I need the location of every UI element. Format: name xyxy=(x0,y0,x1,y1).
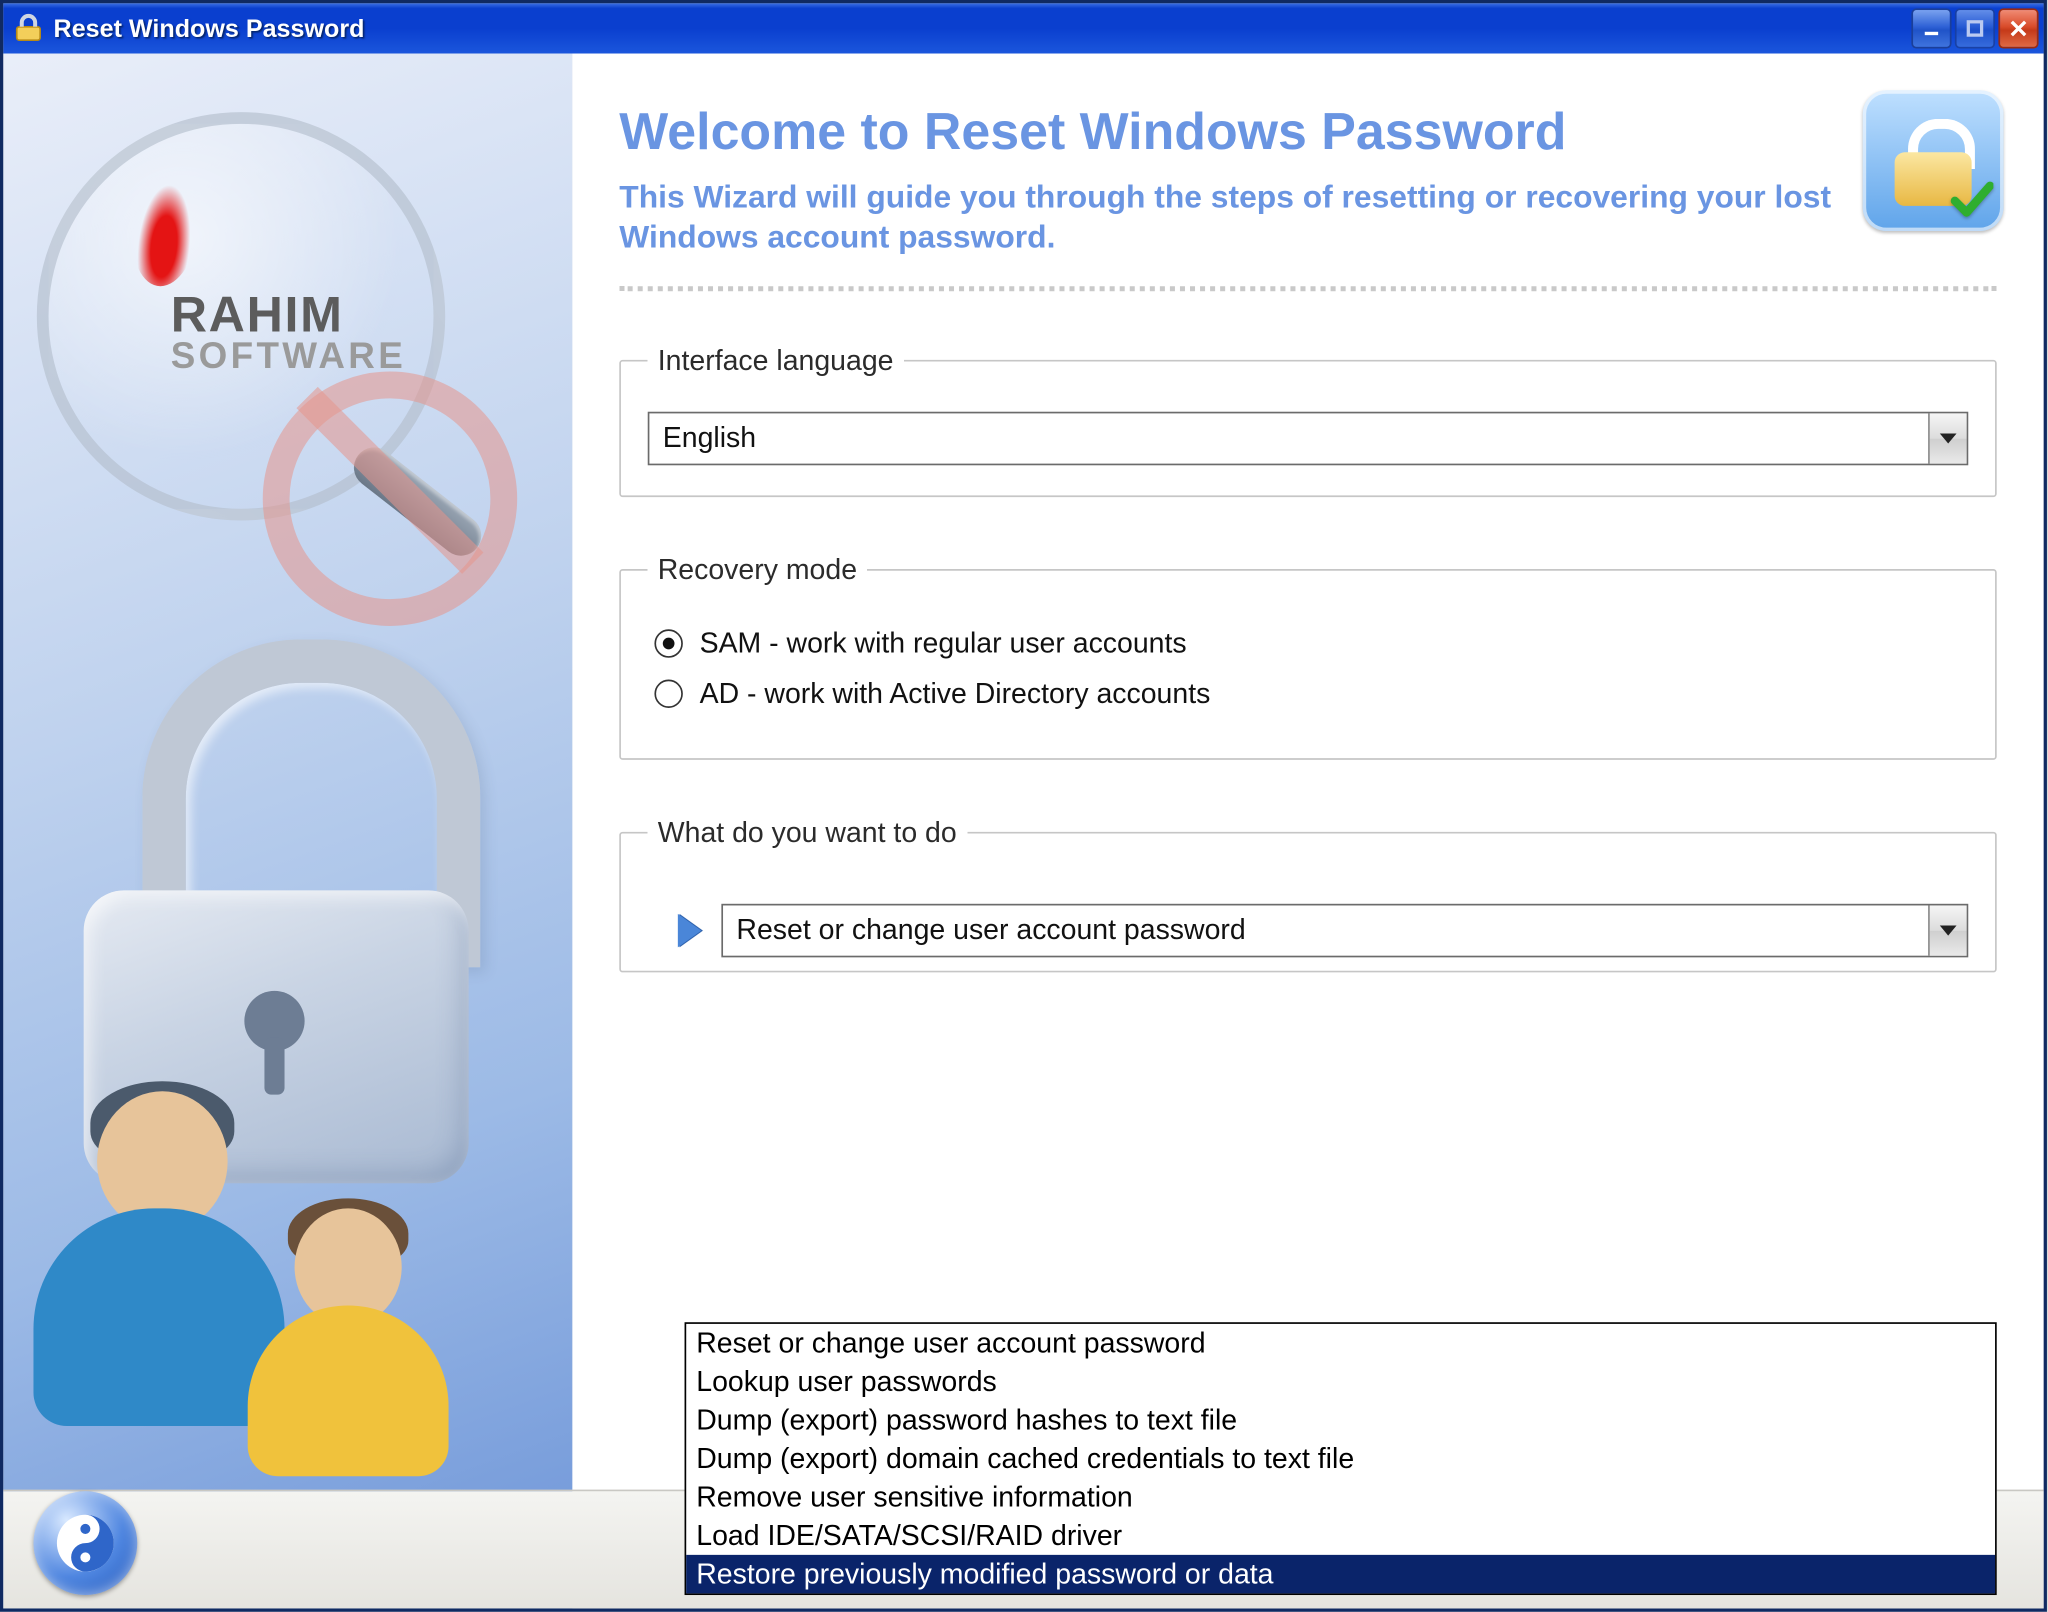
action-option[interactable]: Lookup user passwords xyxy=(686,1362,1995,1400)
no-entry-graphic xyxy=(263,372,517,626)
title-bar[interactable]: Reset Windows Password xyxy=(3,3,2043,53)
window-buttons xyxy=(1911,8,2038,48)
action-group: What do you want to do Reset or change u… xyxy=(619,816,1996,972)
brand-line-2: SOFTWARE xyxy=(171,335,406,379)
unlock-badge-icon xyxy=(1863,90,2004,231)
minimize-button[interactable] xyxy=(1911,8,1951,48)
action-option[interactable]: Reset or change user account password xyxy=(686,1324,1995,1362)
action-dropdown-list[interactable]: Reset or change user account passwordLoo… xyxy=(685,1322,1997,1595)
client-area: RAHIM SOFTWARE Welcome to Reset Windows … xyxy=(3,54,2043,1609)
language-legend: Interface language xyxy=(648,344,904,377)
radio-icon xyxy=(654,630,682,658)
action-option[interactable]: Load IDE/SATA/SCSI/RAID driver xyxy=(686,1516,1995,1554)
window-title: Reset Windows Password xyxy=(54,14,1912,42)
action-option[interactable]: Restore previously modified password or … xyxy=(686,1555,1995,1593)
person-graphic-2 xyxy=(238,1208,456,1476)
radio-icon xyxy=(654,680,682,708)
wizard-subheading: This Wizard will guide you through the s… xyxy=(619,179,1963,259)
maximize-button[interactable] xyxy=(1955,8,1995,48)
action-value: Reset or change user account password xyxy=(723,913,1928,946)
divider xyxy=(619,286,1996,291)
chevron-down-icon[interactable] xyxy=(1928,905,1966,955)
language-group: Interface language English xyxy=(619,344,1996,496)
action-option[interactable]: Remove user sensitive information xyxy=(686,1478,1995,1516)
action-select[interactable]: Reset or change user account password xyxy=(721,903,1968,957)
recovery-radio-ad[interactable]: AD - work with Active Directory accounts xyxy=(654,677,1968,710)
recovery-radio-sam[interactable]: SAM - work with regular user accounts xyxy=(654,627,1968,660)
action-option[interactable]: Dump (export) domain cached credentials … xyxy=(686,1439,1995,1477)
recovery-legend: Recovery mode xyxy=(648,553,867,586)
language-value: English xyxy=(649,421,1928,454)
brand-logo: RAHIM SOFTWARE xyxy=(171,288,406,378)
wizard-sidebar: RAHIM SOFTWARE xyxy=(3,54,572,1609)
recovery-mode-group: Recovery mode SAM - work with regular us… xyxy=(619,553,1996,759)
action-legend: What do you want to do xyxy=(648,816,967,849)
language-select[interactable]: English xyxy=(648,411,1969,465)
chevron-down-icon[interactable] xyxy=(1928,413,1966,463)
action-option[interactable]: Dump (export) password hashes to text fi… xyxy=(686,1401,1995,1439)
app-window: Reset Windows Password RAHIM SOFTWARE xyxy=(0,0,2047,1612)
wizard-heading: Welcome to Reset Windows Password xyxy=(619,100,1812,162)
play-arrow-icon xyxy=(678,913,701,946)
close-button[interactable] xyxy=(1998,8,2038,48)
recovery-sam-label: SAM - work with regular user accounts xyxy=(700,627,1187,660)
recovery-ad-label: AD - work with Active Directory accounts xyxy=(700,677,1211,710)
app-icon xyxy=(13,13,43,43)
about-button[interactable] xyxy=(33,1491,137,1595)
